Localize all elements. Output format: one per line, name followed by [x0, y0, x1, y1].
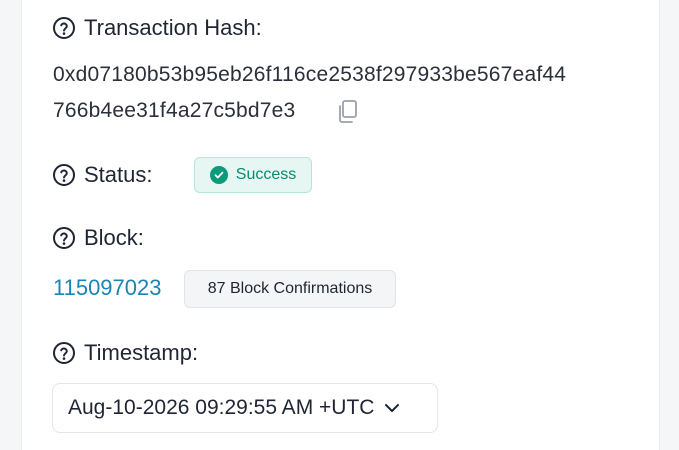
status-label: Status: [84, 162, 153, 187]
copy-icon[interactable] [336, 99, 360, 125]
timestamp-dropdown[interactable]: Aug-10-2026 09:29:55 AM +UTC [52, 383, 438, 433]
status-value: Success [235, 166, 297, 183]
status-label-row: Status: [52, 161, 152, 189]
transaction-hash-label-row: Transaction Hash: [52, 14, 262, 42]
status-badge: Success [194, 157, 312, 193]
question-circle-icon[interactable] [52, 226, 76, 250]
question-circle-icon[interactable] [52, 16, 76, 40]
block-confirmations-badge: 87 Block Confirmations [184, 270, 396, 308]
transaction-hash-line-2: 766b4ee31f4a27c5bd7e3 [53, 99, 296, 122]
timestamp-label-row: Timestamp: [52, 339, 198, 367]
timestamp-label: Timestamp: [84, 340, 199, 365]
timestamp-value: Aug-10-2026 09:29:55 AM +UTC [68, 396, 375, 419]
question-circle-icon[interactable] [52, 163, 76, 187]
check-circle-icon [209, 166, 228, 184]
chevron-down-icon [384, 396, 400, 420]
transaction-hash-line-1: 0xd07180b53b95eb26f116ce2538f297933be567… [53, 63, 567, 86]
block-label: Block: [84, 225, 144, 250]
block-label-row: Block: [52, 224, 144, 252]
transaction-hash-label: Transaction Hash: [84, 15, 262, 40]
question-circle-icon[interactable] [52, 341, 76, 365]
block-number-link[interactable]: 115097023 [53, 275, 162, 301]
